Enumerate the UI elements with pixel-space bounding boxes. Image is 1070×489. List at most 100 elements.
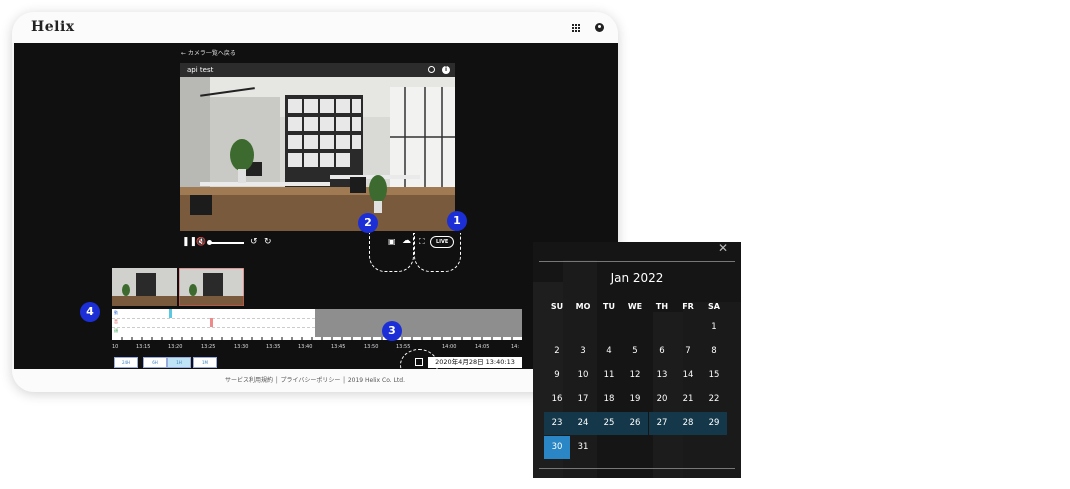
calendar-day[interactable]: 18 (596, 388, 622, 411)
calendar-day[interactable]: 22 (701, 388, 727, 411)
thumbnail-image (112, 268, 177, 306)
back-to-camera-list-link[interactable]: ← カメラ一覧へ戻る (181, 48, 236, 57)
range-6h-button[interactable]: 6H (143, 357, 167, 368)
calendar-day[interactable]: 12 (622, 364, 648, 387)
thumbnail[interactable] (112, 268, 177, 306)
main-area: ← カメラ一覧へ戻る api test i ❚❚ 🔇 ↺ ↻ ▣ ☁ ⛶ LIV… (14, 43, 618, 381)
tick-label: 13:45 (331, 344, 346, 350)
calendar-day[interactable]: 23 (544, 412, 570, 435)
calendar-divider (539, 261, 735, 262)
calendar-day[interactable]: 7 (675, 340, 701, 363)
timeline-tick-labels: 10 13:15 13:20 13:25 13:30 13:35 13:40 1… (112, 344, 522, 352)
weekday-label: TH (655, 302, 669, 311)
range-24h-button[interactable]: 24H (114, 357, 138, 368)
timeline-row-label: 音 (114, 319, 118, 324)
office-scene (180, 77, 455, 231)
mute-icon[interactable]: 🔇 (196, 237, 206, 247)
privacy-link[interactable]: プライバシーポリシー (280, 377, 340, 384)
calendar-day[interactable]: 5 (622, 340, 648, 363)
calendar-day[interactable]: 8 (701, 340, 727, 363)
calendar-day[interactable]: 2 (544, 340, 570, 363)
thumbnail-image (179, 268, 244, 306)
close-icon[interactable]: ✕ (718, 242, 728, 255)
callout-outline-1 (414, 233, 461, 272)
copyright: 2019 Helix Co. Ltd. (347, 377, 405, 384)
calendar-day[interactable]: 19 (622, 388, 648, 411)
calendar-day[interactable]: 4 (596, 340, 622, 363)
weekday-label: MO (575, 302, 591, 311)
tick-label: 13:25 (201, 344, 216, 350)
calendar-day[interactable]: 11 (596, 364, 622, 387)
helix-logo[interactable]: Helix (31, 19, 75, 35)
forward-icon[interactable]: ↻ (264, 237, 272, 247)
calendar-day[interactable]: 6 (649, 340, 675, 363)
top-bar: Helix (12, 12, 618, 43)
volume-handle[interactable] (207, 240, 212, 245)
tick-label: 14:00 (442, 344, 457, 350)
clock-icon[interactable] (428, 66, 435, 73)
calendar-day[interactable]: 27 (649, 412, 675, 435)
calendar-day[interactable]: 1 (701, 316, 727, 339)
calendar-day[interactable]: 16 (544, 388, 570, 411)
timeline-row-divider (112, 327, 315, 328)
timeline-ticks (112, 337, 522, 340)
callout-badge-1: 1 (447, 211, 467, 231)
timeline-track[interactable]: 動 音 顔 (112, 309, 522, 337)
range-1m-button[interactable]: 1M (193, 357, 217, 368)
calendar-day[interactable]: 14 (675, 364, 701, 387)
calendar-day[interactable]: 9 (544, 364, 570, 387)
tick-label: 14: (511, 344, 520, 350)
weekday-label: SA (708, 302, 720, 311)
timeline-row-label: 動 (114, 310, 118, 315)
calendar-day[interactable]: 25 (596, 412, 622, 435)
calendar-day[interactable]: 20 (649, 388, 675, 411)
footer: サービス利用規約 │ プライバシーポリシー │ 2019 Helix Co. L… (12, 369, 618, 392)
camera-title: api test (187, 66, 214, 74)
callout-badge-4: 4 (80, 302, 100, 322)
motion-event-marker[interactable] (169, 309, 172, 318)
info-icon[interactable]: i (442, 66, 450, 74)
calendar-divider (539, 468, 735, 469)
calendar-day[interactable]: 31 (570, 436, 596, 459)
date-picker-calendar: ✕ Jan 2022 SU MO TU WE TH FR SA 1 2 3 4 5 6 7 8 9 10 11 1… (533, 242, 741, 478)
calendar-day[interactable]: 15 (701, 364, 727, 387)
callout-badge-3: 3 (382, 321, 402, 341)
calendar-day[interactable]: 21 (675, 388, 701, 411)
calendar-day[interactable]: 28 (675, 412, 701, 435)
calendar-day[interactable]: 29 (701, 412, 727, 435)
grid-icon[interactable] (572, 24, 580, 32)
calendar-month-title: Jan 2022 (610, 271, 664, 285)
camera-video[interactable] (180, 77, 455, 231)
volume-slider[interactable] (208, 242, 244, 244)
weekday-label: SU (550, 302, 564, 311)
range-1h-button[interactable]: 1H (167, 357, 191, 368)
callout-outline-2 (369, 233, 414, 272)
tick-label: 13:20 (168, 344, 183, 350)
calendar-day[interactable]: 24 (570, 412, 596, 435)
timeline-row-divider (112, 318, 315, 319)
tick-label: 13:50 (364, 344, 379, 350)
terms-link[interactable]: サービス利用規約 (225, 377, 273, 384)
callout-badge-2: 2 (358, 213, 378, 233)
weekday-label: FR (682, 302, 694, 311)
calendar-day[interactable]: 30 (544, 436, 570, 459)
calendar-day[interactable]: 26 (622, 412, 648, 435)
pause-icon[interactable]: ❚❚ (182, 237, 197, 247)
tick-label: 14:05 (475, 344, 490, 350)
rewind-icon[interactable]: ↺ (250, 237, 258, 247)
timeline-future-range (315, 309, 522, 337)
sound-event-marker[interactable] (210, 318, 213, 327)
tick-label: 13:35 (266, 344, 281, 350)
account-icon[interactable] (595, 23, 604, 32)
calendar-day[interactable]: 13 (649, 364, 675, 387)
calendar-day[interactable]: 17 (570, 388, 596, 411)
tick-label: 13:30 (234, 344, 249, 350)
weekday-label: WE (627, 302, 643, 311)
calendar-day[interactable]: 3 (570, 340, 596, 363)
tick-label: 13:55 (396, 344, 411, 350)
calendar-day[interactable]: 10 (570, 364, 596, 387)
calendar-icon[interactable] (415, 358, 423, 366)
thumbnail[interactable] (179, 268, 244, 306)
tick-label: 13:40 (298, 344, 313, 350)
date-time-field[interactable]: 2020年4月28日 13:40:13 (428, 357, 522, 368)
